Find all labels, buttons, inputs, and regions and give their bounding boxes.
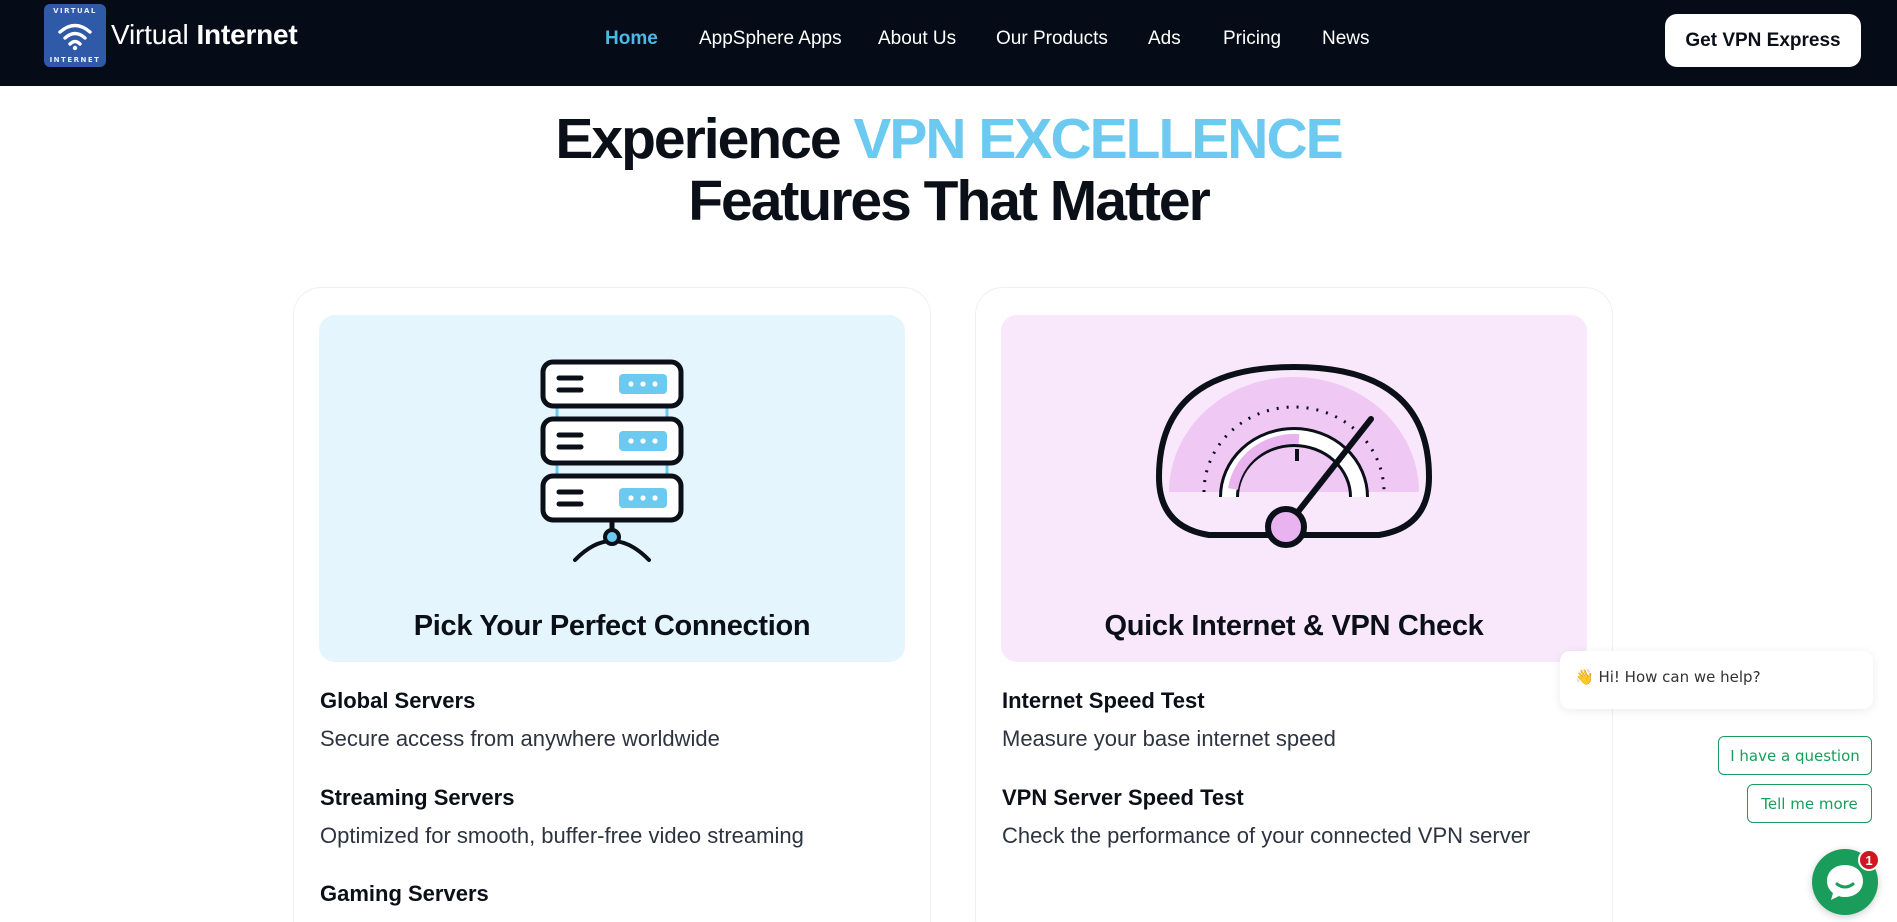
feature-card-speed-check: Quick Internet & VPN Check Internet Spee… — [975, 287, 1613, 922]
feature-title: VPN Server Speed Test — [1002, 785, 1244, 810]
card-title: Quick Internet & VPN Check — [1104, 610, 1484, 642]
brand-name-light: Virtual — [111, 19, 189, 50]
nav-appsphere-apps[interactable]: AppSphere Apps — [699, 28, 842, 50]
feature-description: Optimized for smooth, buffer-free video … — [320, 823, 804, 848]
feature-title: Internet Speed Test — [1002, 688, 1205, 713]
feature-card-connection: Pick Your Perfect Connection Global Serv… — [293, 287, 931, 922]
chat-greeting: 👋 Hi! How can we help? — [1560, 651, 1873, 709]
feature-title: Gaming Servers — [320, 881, 489, 906]
hero-accent: VPN EXCELLENCE — [853, 107, 1343, 171]
logo[interactable]: VIRTUAL INTERNET — [44, 4, 106, 67]
card-title: Pick Your Perfect Connection — [413, 610, 811, 642]
feature-item: Gaming Servers — [320, 881, 489, 907]
chat-option-tell-more-button[interactable]: Tell me more — [1747, 784, 1872, 823]
feature-item: Streaming Servers Optimized for smooth, … — [320, 785, 804, 849]
feature-title: Streaming Servers — [320, 785, 515, 810]
brand-name[interactable]: Virtual Internet — [111, 19, 298, 51]
card-panel: Quick Internet & VPN Check — [1001, 315, 1587, 662]
nav-our-products[interactable]: Our Products — [996, 28, 1108, 50]
logo-bottom-text: INTERNET — [49, 56, 101, 64]
feature-description: Check the performance of your connected … — [1002, 823, 1531, 848]
wifi-icon — [58, 23, 92, 50]
hero-prefix: Experience — [555, 107, 841, 171]
card-panel: Pick Your Perfect Connection — [319, 315, 905, 662]
hero-heading: Experience VPN EXCELLENCE Features That … — [0, 108, 1897, 232]
brand-name-bold: Internet — [196, 19, 298, 50]
logo-top-text: VIRTUAL — [53, 7, 97, 15]
nav-home[interactable]: Home — [605, 28, 658, 50]
get-vpn-express-button[interactable]: Get VPN Express — [1665, 14, 1861, 67]
feature-title: Global Servers — [320, 688, 476, 713]
nav-ads[interactable]: Ads — [1148, 28, 1181, 50]
feature-description: Secure access from anywhere worldwide — [320, 726, 720, 751]
chat-option-question-button[interactable]: I have a question — [1718, 736, 1872, 775]
feature-item: Internet Speed Test Measure your base in… — [1002, 688, 1336, 752]
feature-description: Measure your base internet speed — [1002, 726, 1336, 751]
notification-badge: 1 — [1858, 849, 1880, 871]
server-icon — [540, 359, 684, 562]
nav-news[interactable]: News — [1322, 28, 1370, 50]
top-navigation-bar: VIRTUAL INTERNET Virtual Internet Home Ap… — [0, 0, 1897, 86]
speedometer-icon — [1155, 363, 1433, 548]
nav-pricing[interactable]: Pricing — [1223, 28, 1281, 50]
nav-about-us[interactable]: About Us — [878, 28, 956, 50]
hero-line-1: Experience VPN EXCELLENCE — [0, 108, 1897, 170]
feature-item: VPN Server Speed Test Check the performa… — [1002, 785, 1530, 849]
feature-item: Global Servers Secure access from anywhe… — [320, 688, 720, 752]
hero-line-2: Features That Matter — [688, 169, 1211, 233]
